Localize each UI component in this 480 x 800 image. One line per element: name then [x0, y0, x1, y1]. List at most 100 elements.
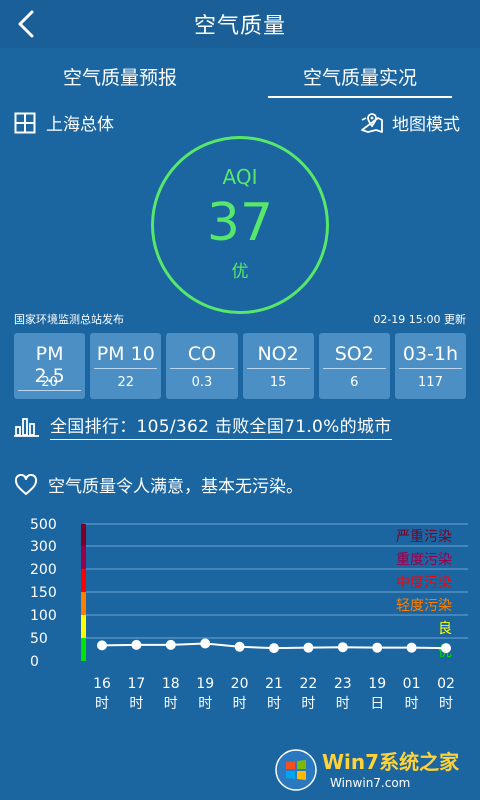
data-point	[303, 642, 314, 653]
level-color-bar	[81, 638, 86, 661]
chevron-left-icon	[18, 10, 34, 38]
pollutant-card-co[interactable]: CO 0.3	[166, 333, 238, 399]
data-point	[200, 638, 211, 649]
x-tick-label: 01	[403, 676, 421, 692]
x-tick-unit: 时	[405, 696, 419, 712]
watermark-title: Win7系统之家	[322, 750, 460, 774]
back-button[interactable]	[8, 6, 44, 42]
windows-logo-icon	[275, 749, 317, 791]
pollutant-name: PM 10	[94, 343, 158, 369]
x-tick-label: 19	[196, 676, 214, 692]
satisfaction-row: 空气质量令人满意，基本无污染。	[14, 472, 303, 497]
y-tick-label: 150	[30, 585, 57, 601]
pollutant-value: 6	[350, 375, 359, 390]
top-bar: 空气质量	[0, 0, 480, 48]
x-tick-unit: 时	[198, 696, 212, 712]
x-tick-unit: 时	[164, 696, 178, 712]
aqi-label: AQI	[222, 165, 258, 189]
x-tick-label: 23	[334, 676, 352, 692]
map-mode-label: 地图模式	[392, 115, 460, 135]
region-name: 上海总体	[46, 115, 114, 135]
heart-icon	[14, 473, 38, 495]
x-tick-unit: 日	[370, 696, 384, 712]
level-color-bar	[81, 524, 86, 546]
y-tick-label: 200	[30, 562, 57, 578]
tab-forecast[interactable]: 空气质量预报	[0, 50, 240, 102]
level-label: 轻度污染	[396, 598, 452, 614]
pollutant-value: 117	[418, 375, 443, 390]
data-point	[269, 643, 279, 654]
y-tick-label: 100	[30, 608, 57, 624]
map-mode-button[interactable]: 地图模式	[360, 110, 460, 135]
level-color-bar	[81, 546, 86, 569]
update-time: 02-19 15:00 更新	[373, 313, 466, 326]
pollutant-name: CO	[170, 343, 234, 369]
data-point	[165, 639, 176, 650]
y-tick-label: 300	[30, 539, 57, 555]
x-tick-unit: 时	[439, 696, 453, 712]
pollutant-value: 22	[117, 375, 135, 390]
watermark-url: Winwin7.com	[330, 776, 411, 790]
region-row: 上海总体 地图模式	[0, 106, 480, 140]
pollutant-list: PM 2.5 20 PM 10 22 CO 0.3 NO2 15 SO2 6 0…	[14, 333, 467, 399]
aqi-level: 优	[231, 262, 249, 282]
watermark: Win7系统之家 Winwin7.com	[274, 746, 474, 794]
pollutant-value: 20	[41, 375, 58, 390]
pollutant-name: SO2	[322, 343, 386, 369]
x-tick-label: 21	[265, 676, 283, 692]
pollutant-name: NO2	[246, 343, 310, 369]
pollutant-card-so2[interactable]: SO2 6	[318, 333, 390, 399]
x-tick-label: 02	[437, 676, 455, 692]
map-pin-icon	[361, 112, 383, 133]
level-label: 重度污染	[396, 552, 452, 568]
pollutant-card-pm10[interactable]: PM 10 22	[90, 333, 162, 399]
data-point	[406, 642, 417, 653]
x-tick-unit: 时	[301, 696, 315, 712]
x-tick-label: 16	[93, 676, 111, 692]
region-selector[interactable]: 上海总体	[14, 110, 114, 135]
level-color-bar	[81, 569, 86, 592]
data-point	[337, 642, 348, 653]
x-tick-unit: 时	[233, 696, 247, 712]
level-label: 中度污染	[396, 575, 452, 591]
aqi-trend-chart: 500300200150100500严重污染重度污染中度污染轻度污染良优16时1…	[30, 517, 468, 712]
ranking-text: 全国排行：105/362 击败全国71.0%的城市	[50, 412, 392, 440]
data-point	[441, 643, 451, 654]
level-label: 严重污染	[396, 529, 452, 545]
data-point	[97, 640, 107, 651]
bar-chart-icon	[14, 418, 39, 437]
x-tick-unit: 时	[336, 696, 350, 712]
y-tick-label: 0	[30, 654, 39, 670]
x-tick-label: 18	[162, 676, 180, 692]
tab-live[interactable]: 空气质量实况	[240, 50, 480, 102]
x-tick-label: 20	[231, 676, 249, 692]
level-color-bar	[81, 615, 86, 638]
level-label: 良	[438, 621, 452, 637]
aqi-value: 37	[206, 193, 274, 253]
ranking-link[interactable]: 全国排行：105/362 击败全国71.0%的城市	[14, 412, 392, 440]
source-row: 国家环境监测总站发布 02-19 15:00 更新	[14, 311, 466, 327]
pollutant-value: 0.3	[191, 375, 213, 390]
publisher-text: 国家环境监测总站发布	[14, 313, 124, 326]
y-tick-label: 50	[30, 631, 48, 647]
page-title: 空气质量	[193, 14, 286, 39]
pollutant-card-o3[interactable]: 03-1h 117	[394, 333, 467, 399]
x-tick-label: 17	[127, 676, 145, 692]
tab-bar: 空气质量预报 空气质量实况	[0, 50, 480, 102]
aqi-gauge: AQI 37 优	[151, 136, 329, 314]
satisfaction-text: 空气质量令人满意，基本无污染。	[48, 477, 303, 497]
x-tick-label: 22	[299, 676, 317, 692]
pollutant-card-no2[interactable]: NO2 15	[242, 333, 314, 399]
data-point	[131, 639, 142, 650]
x-tick-unit: 时	[95, 696, 109, 712]
pollutant-value: 15	[269, 375, 287, 390]
pollutant-card-pm25[interactable]: PM 2.5 20	[14, 333, 86, 399]
pollutant-name: 03-1h	[398, 343, 463, 369]
data-point	[372, 642, 383, 653]
data-point	[234, 641, 245, 652]
expand-square-icon	[14, 112, 36, 133]
x-tick-unit: 时	[267, 696, 281, 712]
x-tick-unit: 时	[129, 696, 143, 712]
x-tick-label: 19	[368, 676, 386, 692]
level-color-bar	[81, 592, 86, 615]
